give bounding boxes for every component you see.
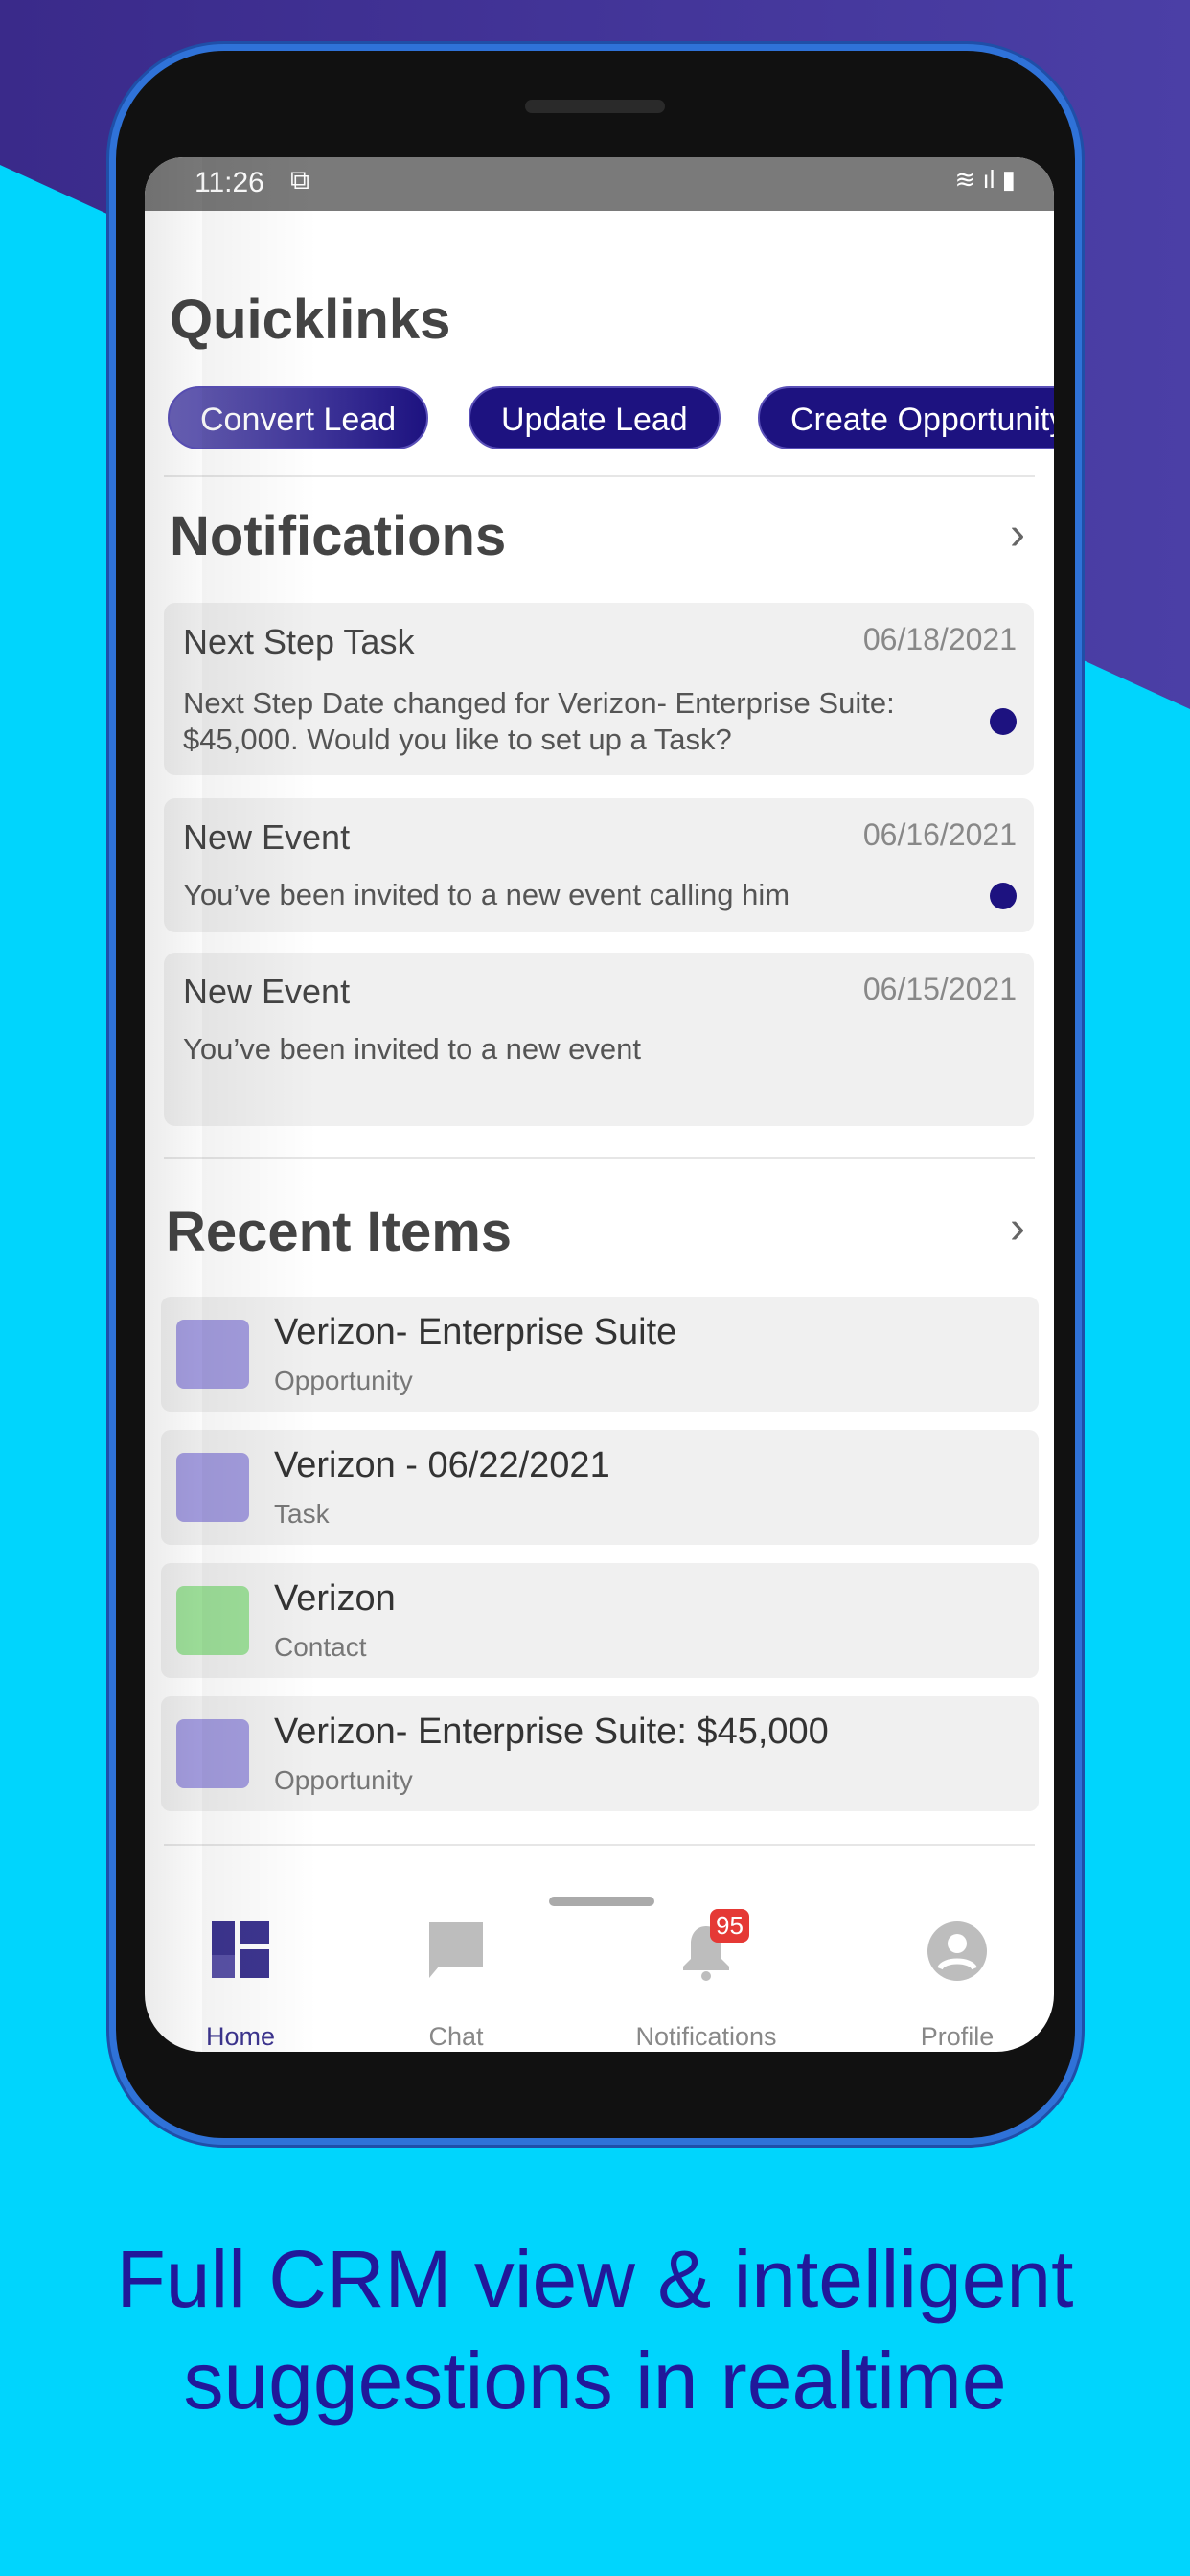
notification-title: Next Step Task (183, 622, 415, 661)
folder-icon (176, 1453, 249, 1522)
status-time: 11:26 (195, 167, 264, 198)
convert-lead-button[interactable]: Convert Lead (168, 386, 429, 449)
notification-card[interactable]: Next Step Task 06/18/2021 Next Step Date… (164, 603, 1034, 775)
status-bar: 11:26 ⧉ ≋ ıl ▮ (145, 157, 1054, 211)
chevron-right-icon[interactable]: › (1010, 508, 1025, 561)
recent-item-title: Verizon - 06/22/2021 (274, 1445, 610, 1485)
chat-icon (429, 1922, 483, 1978)
phone-speaker (525, 100, 665, 113)
caption-line-2: suggestions in realtime (183, 2335, 1007, 2426)
recent-item-title: Verizon- Enterprise Suite: $45,000 (274, 1712, 829, 1752)
notification-badge: 95 (710, 1909, 749, 1943)
nav-label: Profile (920, 2022, 995, 2051)
nav-label: Chat (428, 2022, 484, 2051)
profile-icon (927, 1921, 987, 1981)
recent-item-title: Verizon (274, 1578, 396, 1619)
recent-item[interactable]: Verizon - 06/22/2021 Task (161, 1430, 1039, 1545)
notification-card[interactable]: New Event 06/15/2021 You’ve been invited… (164, 953, 1034, 1126)
chevron-right-icon[interactable]: › (1010, 1202, 1025, 1254)
contact-icon (176, 1586, 249, 1655)
caption-line-1: Full CRM view & intelligent (116, 2234, 1074, 2324)
notification-body: You’ve been invited to a new event (183, 1032, 641, 1066)
app-screen: 11:26 ⧉ ≋ ıl ▮ Quicklinks Convert Lead U… (145, 157, 1054, 2052)
signal-battery-icons: ≋ ıl ▮ (954, 165, 1016, 194)
dashboard-icon (212, 1920, 269, 1978)
recent-item[interactable]: Verizon- Enterprise Suite Opportunity (161, 1297, 1039, 1412)
recent-item[interactable]: Verizon Contact (161, 1563, 1039, 1678)
recent-item-title: Verizon- Enterprise Suite (274, 1312, 677, 1352)
notifications-title: Notifications (170, 505, 507, 567)
notification-date: 06/15/2021 (862, 972, 1017, 1006)
unread-dot-icon (990, 883, 1017, 909)
create-opportunity-button[interactable]: Create Opportunity (758, 386, 1054, 449)
unread-dot-icon (990, 708, 1017, 735)
divider (164, 475, 1035, 477)
recent-item-type: Task (274, 1499, 330, 1529)
drag-handle[interactable] (549, 1897, 654, 1906)
recent-item-type: Opportunity (274, 1765, 413, 1795)
notification-date: 06/16/2021 (862, 817, 1017, 852)
recent-item-type: Contact (274, 1632, 367, 1662)
notification-body: You’ve been invited to a new event calli… (183, 878, 790, 911)
recent-item[interactable]: Verizon- Enterprise Suite: $45,000 Oppor… (161, 1696, 1039, 1811)
folder-icon (176, 1719, 249, 1788)
nav-label: Notifications (635, 2022, 777, 2051)
notification-date: 06/18/2021 (862, 622, 1017, 656)
screenshot-icon: ⧉ (290, 165, 309, 195)
divider (164, 1844, 1035, 1846)
update-lead-button[interactable]: Update Lead (469, 386, 721, 449)
divider (164, 1157, 1035, 1159)
nav-label: Home (205, 2022, 276, 2051)
notification-title: New Event (183, 817, 351, 857)
recent-item-type: Opportunity (274, 1366, 413, 1395)
notification-body: Next Step Date changed for Verizon- Ente… (183, 686, 895, 756)
notification-card[interactable]: New Event 06/16/2021 You’ve been invited… (164, 798, 1034, 932)
folder-icon (176, 1320, 249, 1389)
recent-items-title: Recent Items (166, 1201, 513, 1263)
notification-title: New Event (183, 972, 351, 1011)
quicklinks-title: Quicklinks (170, 288, 451, 351)
